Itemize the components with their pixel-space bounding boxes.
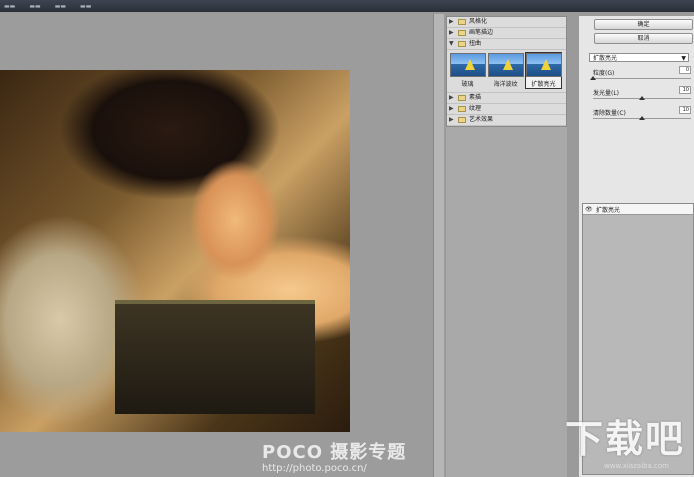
menu-item[interactable]: ▬▬: [4, 3, 15, 10]
folder-icon: [458, 106, 466, 112]
filter-thumb-image: [488, 53, 524, 77]
folder-icon: [458, 19, 466, 25]
category-texture[interactable]: ▶ 纹理: [447, 104, 566, 115]
param-slider-track[interactable]: [593, 78, 691, 79]
cancel-button[interactable]: 取消: [594, 33, 693, 44]
menu-item[interactable]: ▬▬: [55, 3, 66, 10]
category-sketch[interactable]: ▶ 素描: [447, 93, 566, 104]
ok-button[interactable]: 确定: [594, 19, 693, 30]
filter-thumb-diffuse-glow[interactable]: 扩散亮光: [525, 52, 562, 89]
collapsed-arrow-icon: ▶: [449, 105, 454, 112]
effect-layer-label: 扩散亮光: [596, 206, 621, 214]
collapsed-arrow-icon: ▶: [449, 29, 454, 36]
chevron-down-icon: ▼: [681, 55, 686, 62]
param-value-input[interactable]: 10: [679, 86, 691, 94]
menu-item[interactable]: ▬▬: [80, 3, 91, 10]
filter-select[interactable]: 扩散亮光 ▼: [589, 53, 689, 62]
category-brush-strokes[interactable]: ▶ 画笔描边: [447, 28, 566, 39]
category-label: 艺术效果: [469, 116, 494, 123]
param-slider-knob[interactable]: [590, 76, 596, 80]
filter-thumb-label: 玻璃: [461, 81, 474, 88]
filter-preview-pane: POCO 摄影专题 http://photo.poco.cn/: [0, 14, 434, 477]
param-slider-knob[interactable]: [639, 116, 645, 120]
menu-item[interactable]: ▬▬: [29, 3, 40, 10]
category-label: 画笔描边: [469, 29, 494, 36]
category-label: 扭曲: [469, 40, 482, 47]
expanded-arrow-icon: ▼: [449, 40, 454, 47]
filter-thumb-image: [450, 53, 486, 77]
site-watermark-title: 下载吧: [565, 417, 686, 461]
preview-scrollbar[interactable]: [433, 14, 444, 477]
folder-icon: [458, 117, 466, 123]
filter-thumbnails: 玻璃 海洋波纹 扩散亮光: [447, 50, 566, 93]
preview-photo: [0, 70, 350, 432]
category-label: 素描: [469, 94, 482, 101]
collapsed-arrow-icon: ▶: [449, 18, 454, 25]
collapsed-arrow-icon: ▶: [449, 94, 454, 101]
filter-thumb-ocean-ripple[interactable]: 海洋波纹: [488, 53, 524, 88]
watermark-title: POCO 摄影专题: [262, 442, 407, 463]
filter-category-list: ▶ 风格化 ▶ 画笔描边 ▼ 扭曲 玻璃 海洋波纹 扩散亮光 ▶ 素描 ▶ 纹理…: [446, 16, 567, 127]
category-artistic[interactable]: ▶ 艺术效果: [447, 115, 566, 126]
filter-thumb-label: 海洋波纹: [493, 81, 518, 88]
param-label: 发光量(L): [593, 90, 620, 97]
category-distort[interactable]: ▼ 扭曲: [447, 39, 566, 50]
app-menu-bar: ▬▬ ▬▬ ▬▬ ▬▬: [0, 0, 694, 12]
site-watermark-url: www.xiazaiba.com: [604, 462, 669, 470]
param-label: 粒度(G): [593, 70, 615, 77]
effect-layer-row[interactable]: 👁 扩散亮光: [583, 204, 693, 215]
filter-thumb-image: [526, 53, 562, 77]
folder-open-icon: [458, 41, 466, 47]
collapsed-arrow-icon: ▶: [449, 116, 454, 123]
filter-thumb-glass[interactable]: 玻璃: [450, 53, 486, 88]
param-value-input[interactable]: 10: [679, 106, 691, 114]
param-slider-knob[interactable]: [639, 96, 645, 100]
param-value-input[interactable]: 0: [679, 66, 691, 74]
watermark-url: http://photo.poco.cn/: [262, 463, 367, 474]
category-stylize[interactable]: ▶ 风格化: [447, 17, 566, 28]
folder-icon: [458, 30, 466, 36]
photo-box: [115, 300, 315, 414]
category-label: 纹理: [469, 105, 482, 112]
poco-watermark: POCO 摄影专题 http://photo.poco.cn/: [262, 438, 406, 474]
category-label: 风格化: [469, 18, 488, 25]
eye-icon[interactable]: 👁: [585, 206, 593, 213]
filter-select-value: 扩散亮光: [593, 55, 618, 62]
filter-gallery: ▶ 风格化 ▶ 画笔描边 ▼ 扭曲 玻璃 海洋波纹 扩散亮光 ▶ 素描 ▶ 纹理…: [446, 16, 567, 477]
filter-thumb-label: 扩散亮光: [531, 81, 556, 88]
param-label: 清除数量(C): [593, 110, 626, 117]
folder-icon: [458, 95, 466, 101]
